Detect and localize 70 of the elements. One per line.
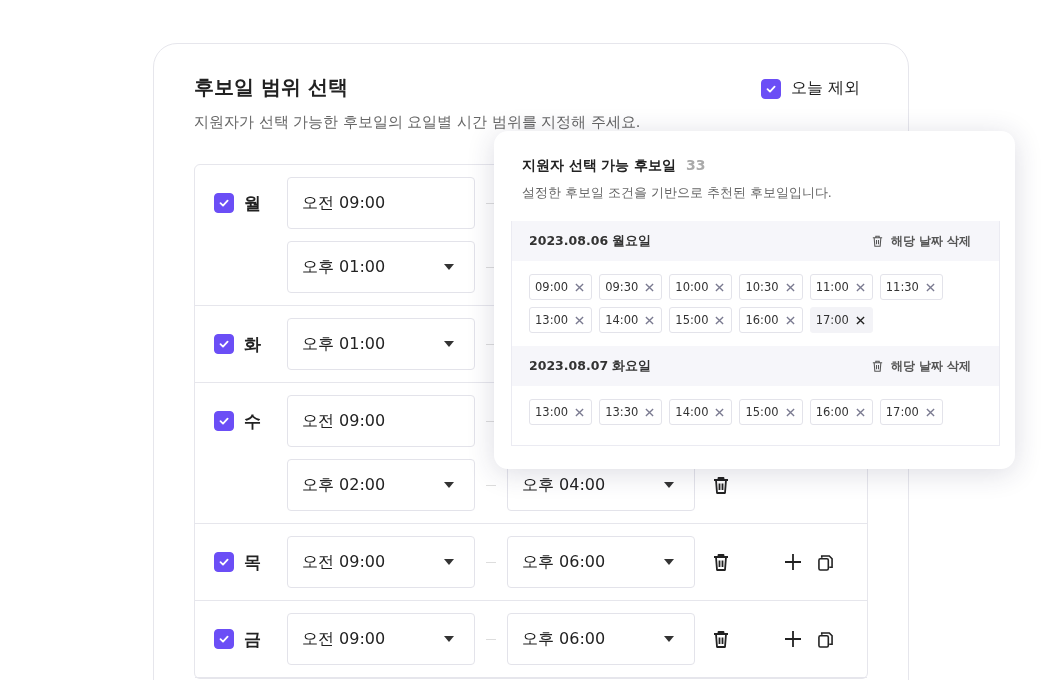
plus-icon[interactable] (784, 553, 802, 571)
close-icon[interactable] (855, 315, 865, 325)
time-dropdown[interactable]: 오후 06:00 (507, 536, 695, 588)
time-chip[interactable]: 13:00 (529, 307, 593, 333)
time-dropdown[interactable]: 오전 09:00 (287, 536, 475, 588)
date-label: 2023.08.06 월요일 (529, 232, 652, 250)
time-input[interactable]: 오전 09:00 (287, 395, 475, 447)
trash-icon[interactable] (713, 476, 729, 494)
time-dropdown[interactable]: 오전 09:00 (287, 613, 475, 665)
checkbox[interactable] (214, 552, 234, 572)
time-chip[interactable]: 14:00 (669, 399, 733, 425)
caret-icon (664, 559, 674, 565)
time-chip[interactable]: 16:00 (809, 399, 873, 425)
time-dropdown[interactable]: 오후 01:00 (287, 318, 475, 370)
time-dropdown[interactable]: 오후 01:00 (287, 241, 475, 293)
caret-icon (444, 264, 454, 270)
trash-icon[interactable] (713, 553, 729, 571)
caret-icon (444, 636, 454, 642)
plus-icon[interactable] (784, 630, 802, 648)
caret-icon (444, 559, 454, 565)
copy-icon[interactable] (818, 553, 833, 571)
time-dropdown[interactable]: 오후 06:00 (507, 613, 695, 665)
check-icon (218, 633, 230, 645)
weekday-label: 화 (244, 332, 261, 356)
date-label: 2023.08.07 화요일 (529, 357, 652, 375)
time-chip[interactable]: 09:00 (529, 274, 593, 300)
popup-title: 지원자 선택 가능 후보일 (522, 157, 677, 175)
check-icon (218, 556, 230, 568)
time-chip[interactable]: 10:30 (739, 274, 803, 300)
caret-icon (664, 482, 674, 488)
time-chip[interactable]: 17:00 (809, 307, 873, 333)
checkbox[interactable] (214, 411, 234, 431)
time-chip[interactable]: 14:00 (599, 307, 663, 333)
time-chip[interactable]: 09:30 (599, 274, 663, 300)
section-title: 후보일 범위 선택 (194, 74, 349, 101)
check-icon (218, 197, 230, 209)
trash-icon[interactable] (713, 630, 729, 648)
checkbox-label: 오늘 제외 (790, 78, 860, 99)
checkbox[interactable] (760, 78, 781, 99)
caret-icon (664, 636, 674, 642)
weekday-label: 수 (244, 409, 261, 433)
time-chip[interactable]: 15:00 (669, 307, 733, 333)
delete-date-button[interactable]: 해당 날짜 삭제 (871, 232, 971, 250)
candidate-count: 33 (686, 157, 706, 173)
time-chip[interactable]: 10:00 (669, 274, 733, 300)
weekday-label: 금 (244, 627, 261, 651)
checkbox[interactable] (214, 629, 234, 649)
checkbox[interactable] (214, 334, 234, 354)
popup-description: 설정한 후보일 조건을 기반으로 추천된 후보일입니다. (522, 185, 833, 202)
weekday-label: 월 (244, 191, 261, 215)
weekday-label: 목 (244, 550, 261, 574)
time-chip[interactable]: 16:00 (739, 307, 803, 333)
check-icon (218, 415, 230, 427)
time-dropdown[interactable]: 오후 02:00 (287, 459, 475, 511)
time-chip[interactable]: 13:30 (599, 399, 663, 425)
check-icon (218, 338, 230, 350)
copy-icon[interactable] (818, 630, 833, 648)
time-chip[interactable]: 15:00 (739, 399, 803, 425)
trash-icon (871, 235, 883, 247)
caret-icon (444, 341, 454, 347)
checkbox[interactable] (214, 193, 234, 213)
delete-date-button[interactable]: 해당 날짜 삭제 (871, 357, 971, 375)
section-description: 지원자가 선택 가능한 후보일의 요일별 시간 범위를 지정해 주세요. (194, 113, 641, 132)
time-chip[interactable]: 13:00 (529, 399, 593, 425)
time-chip[interactable]: 17:00 (879, 399, 943, 425)
trash-icon (871, 360, 883, 372)
time-chip[interactable]: 11:30 (879, 274, 943, 300)
caret-icon (444, 482, 454, 488)
time-input[interactable]: 오전 09:00 (287, 177, 475, 229)
time-chip[interactable]: 11:00 (809, 274, 873, 300)
